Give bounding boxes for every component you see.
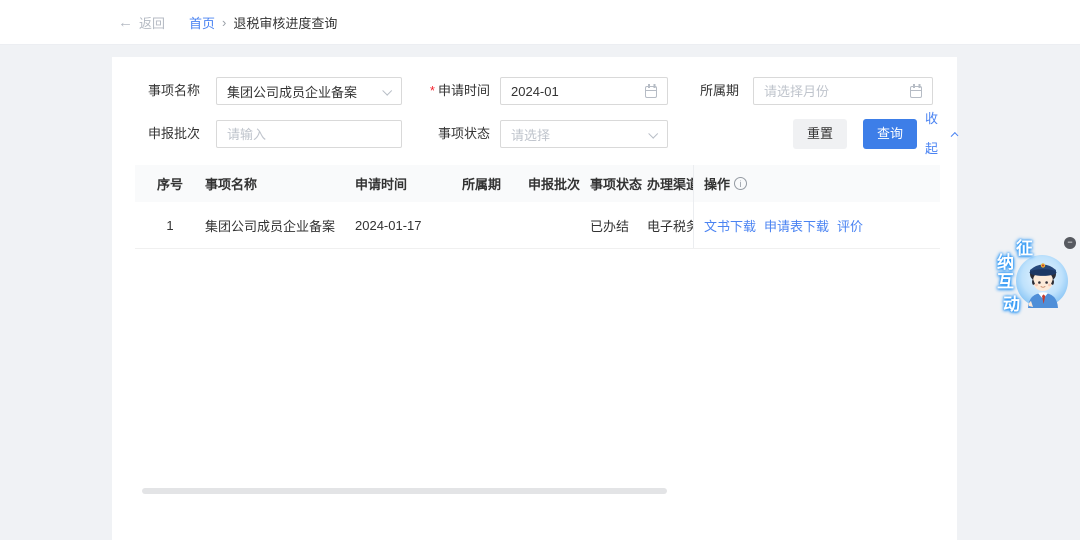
- reset-button[interactable]: 重置: [793, 119, 847, 149]
- doc-download-link[interactable]: 文书下载: [704, 216, 756, 235]
- page-title: 退税审核进度查询: [233, 13, 337, 32]
- breadcrumb-bar: ← 返回 首页 › 退税审核进度查询: [0, 0, 1080, 45]
- col-header-action: 操作 i: [693, 165, 940, 202]
- table-header-row: 序号 事项名称 申请时间 所属期 申报批次 事项状态 办理渠道 操作 i: [135, 165, 940, 202]
- col-header-name: 事项名称: [205, 174, 355, 193]
- back-label: 返回: [139, 13, 165, 32]
- required-mark: *: [430, 83, 435, 98]
- results-table: 序号 事项名称 申请时间 所属期 申报批次 事项状态 办理渠道 操作 i 1 集…: [135, 165, 940, 249]
- assistant-widget[interactable]: − 征 纳 互 动: [995, 232, 1080, 327]
- assistant-minimize-button[interactable]: −: [1064, 237, 1076, 249]
- tax-officer-avatar: [1014, 252, 1070, 308]
- col-header-batch: 申报批次: [528, 174, 590, 193]
- page: { "colors": { "accent": "#3d7ee8", "link…: [0, 0, 1080, 540]
- assistant-char-hu: 互: [997, 267, 1014, 292]
- breadcrumb: 首页 › 退税审核进度查询: [189, 13, 337, 32]
- cell-seq: 1: [135, 218, 205, 233]
- search-button[interactable]: 查询: [863, 119, 917, 149]
- cell-status: 已办结: [590, 216, 647, 235]
- item-name-value: 集团公司成员企业备案: [227, 82, 357, 101]
- chevron-down-icon: [648, 129, 658, 139]
- col-header-status: 事项状态: [590, 174, 647, 193]
- calendar-icon: [645, 86, 657, 98]
- item-name-select[interactable]: 集团公司成员企业备案: [216, 77, 402, 105]
- caret-up-icon: [950, 132, 958, 140]
- main-card: 事项名称 集团公司成员企业备案 *申请时间 所属期 申报批次 事项状态 请选择 …: [112, 57, 957, 540]
- cell-actions: 文书下载 申请表下载 评价: [693, 202, 940, 248]
- status-label: 事项状态: [418, 120, 490, 148]
- breadcrumb-separator: ›: [222, 15, 226, 30]
- cell-channel: 电子税务: [647, 216, 693, 235]
- status-placeholder: 请选择: [511, 125, 550, 144]
- item-name-label: 事项名称: [148, 77, 200, 105]
- cell-name: 集团公司成员企业备案: [205, 216, 355, 235]
- chevron-down-icon: [382, 86, 392, 96]
- period-label: 所属期: [700, 77, 739, 105]
- breadcrumb-home[interactable]: 首页: [189, 13, 215, 32]
- apply-time-picker[interactable]: [500, 77, 668, 105]
- form-download-link[interactable]: 申请表下载: [764, 216, 829, 235]
- col-header-channel: 办理渠道: [647, 174, 693, 193]
- period-picker[interactable]: [753, 77, 933, 105]
- batch-input[interactable]: [227, 127, 391, 142]
- col-header-seq: 序号: [135, 174, 205, 193]
- evaluate-link[interactable]: 评价: [837, 216, 863, 235]
- cell-time: 2024-01-17: [355, 218, 462, 233]
- back-arrow-icon: ←: [118, 14, 133, 31]
- apply-time-input[interactable]: [511, 84, 639, 99]
- batch-label: 申报批次: [148, 120, 200, 148]
- apply-time-label: *申请时间: [418, 77, 490, 105]
- assistant-char-dong: 动: [1003, 290, 1020, 315]
- batch-input-box[interactable]: [216, 120, 402, 148]
- status-select[interactable]: 请选择: [500, 120, 668, 148]
- period-input[interactable]: [764, 84, 904, 99]
- assistant-char-zheng: 征: [1016, 234, 1033, 259]
- calendar-icon: [910, 86, 922, 98]
- collapse-label: 收起: [925, 104, 947, 164]
- col-header-time: 申请时间: [355, 174, 462, 193]
- horizontal-scrollbar[interactable]: [142, 488, 667, 494]
- info-icon[interactable]: i: [734, 177, 747, 190]
- back-button[interactable]: ← 返回: [118, 13, 165, 32]
- table-row: 1 集团公司成员企业备案 2024-01-17 已办结 电子税务 文书下载 申请…: [135, 202, 940, 249]
- collapse-link[interactable]: 收起: [925, 119, 957, 149]
- col-header-period: 所属期: [462, 174, 528, 193]
